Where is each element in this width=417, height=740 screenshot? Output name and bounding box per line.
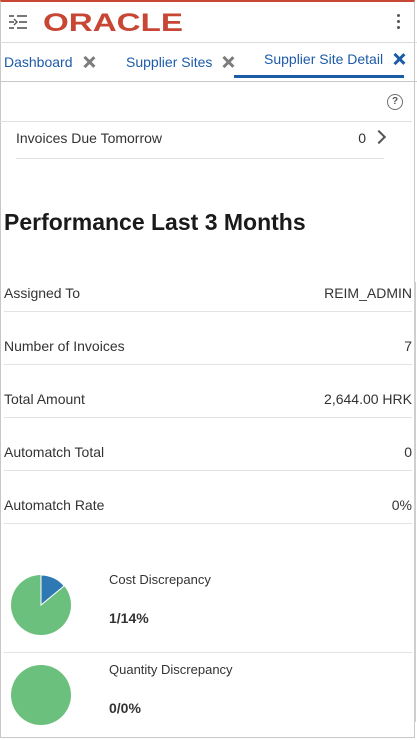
chevron-right-icon <box>371 129 387 145</box>
close-tab-icon[interactable] <box>393 53 404 65</box>
discrepancy-title: Cost Discrepancy <box>109 572 211 587</box>
invoices-due-label: Invoices Due Tomorrow <box>16 130 163 146</box>
discrepancy-value: 0/0% <box>109 700 141 716</box>
stat-value: REIM_ADMIN <box>324 285 412 301</box>
quantity-discrepancy-pie <box>11 665 71 725</box>
stat-label: Assigned To <box>4 285 81 301</box>
more-options-icon[interactable] <box>395 14 401 32</box>
section-title: Performance Last 3 Months <box>4 209 306 235</box>
invoices-due-value: 0 <box>358 130 366 146</box>
pie-base-slice <box>11 665 71 725</box>
tab-label: Supplier Sites <box>126 54 213 70</box>
discrepancy-value: 1/14% <box>109 610 149 626</box>
cost-discrepancy-card[interactable]: Cost Discrepancy 1/14% <box>4 560 412 653</box>
scrollbar[interactable] <box>414 282 416 722</box>
stat-label: Total Amount <box>4 391 85 407</box>
cost-discrepancy-pie <box>11 574 71 635</box>
stat-row-automatch-rate: Automatch Rate 0% <box>4 472 412 524</box>
stat-value: 2,644.00 HRK <box>324 391 412 407</box>
tab-supplier-sites[interactable]: Supplier Sites <box>126 43 234 81</box>
close-tab-icon[interactable] <box>222 56 234 68</box>
navigation-menu-icon[interactable] <box>8 13 28 31</box>
tab-supplier-site-detail[interactable]: Supplier Site Detail <box>234 43 404 78</box>
quantity-discrepancy-card[interactable]: Quantity Discrepancy 0/0% <box>4 652 412 738</box>
stat-value: 0 <box>404 444 412 460</box>
stat-row-assigned-to: Assigned To REIM_ADMIN <box>4 260 412 312</box>
tab-dashboard[interactable]: Dashboard <box>4 43 95 81</box>
app-header: ORACLE <box>0 2 417 42</box>
stat-row-total-amount: Total Amount 2,644.00 HRK <box>4 366 412 418</box>
stat-value: 7 <box>404 338 412 354</box>
tab-label: Dashboard <box>4 54 73 70</box>
stat-label: Number of Invoices <box>4 338 125 354</box>
stat-label: Automatch Rate <box>4 497 105 513</box>
svg-text:ORACLE: ORACLE <box>43 9 183 35</box>
divider <box>16 158 384 159</box>
tab-bar: Dashboard Supplier Sites Supplier Site D… <box>0 42 417 82</box>
close-tab-icon[interactable] <box>83 56 95 68</box>
tab-label: Supplier Site Detail <box>264 51 384 67</box>
stat-row-number-of-invoices: Number of Invoices 7 <box>4 313 412 365</box>
help-icon[interactable]: ? <box>387 94 403 110</box>
stat-row-automatch-total: Automatch Total 0 <box>4 419 412 471</box>
invoices-due-tomorrow-row[interactable]: Invoices Due Tomorrow 0 <box>16 122 387 158</box>
stat-label: Automatch Total <box>4 444 105 460</box>
discrepancy-title: Quantity Discrepancy <box>109 662 233 677</box>
oracle-logo: ORACLE <box>43 9 183 35</box>
stat-value: 0% <box>391 497 412 513</box>
